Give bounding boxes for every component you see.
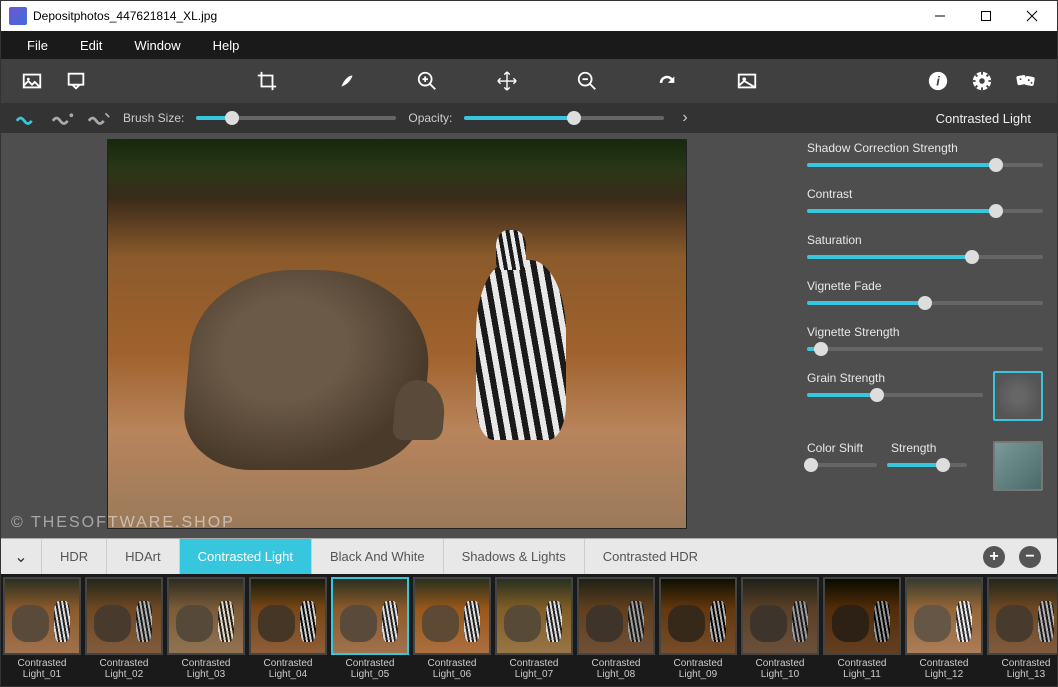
brushbar: Brush Size: Opacity: › Contrasted Light — [1, 103, 1057, 133]
vignette-fade-label: Vignette Fade — [807, 279, 1043, 293]
brush-preset-3-icon[interactable] — [87, 110, 111, 126]
tab-hdart[interactable]: HDArt — [106, 539, 178, 574]
shadow-correction-slider[interactable] — [807, 163, 1043, 167]
thumb-label: ContrastedLight_09 — [674, 658, 723, 680]
thumb-label: ContrastedLight_12 — [920, 658, 969, 680]
zoom-out-button[interactable] — [568, 62, 606, 100]
vignette-fade-slider[interactable] — [807, 301, 1043, 305]
preset-thumb-4[interactable]: ContrastedLight_04 — [247, 576, 329, 684]
watermark: © THESOFTWARE.SHOP — [11, 514, 235, 532]
tab-hdr[interactable]: HDR — [41, 539, 106, 574]
preset-thumb-11[interactable]: ContrastedLight_11 — [821, 576, 903, 684]
color-shift-swatch[interactable] — [993, 441, 1043, 491]
thumb-label: ContrastedLight_07 — [510, 658, 559, 680]
preset-thumb-12[interactable]: ContrastedLight_12 — [903, 576, 985, 684]
contrast-slider[interactable] — [807, 209, 1043, 213]
preset-tabs: ⌄ HDR HDArt Contrasted Light Black And W… — [1, 538, 1057, 574]
parameters-panel: Shadow Correction Strength Contrast Satu… — [793, 133, 1057, 538]
preset-thumb-1[interactable]: ContrastedLight_01 — [1, 576, 83, 684]
opacity-label: Opacity: — [408, 111, 452, 125]
crop-button[interactable] — [248, 62, 286, 100]
canvas-area: © THESOFTWARE.SHOP — [1, 133, 793, 538]
pan-button[interactable] — [488, 62, 526, 100]
contrast-label: Contrast — [807, 187, 1043, 201]
zoom-in-button[interactable] — [408, 62, 446, 100]
brush-size-label: Brush Size: — [123, 111, 184, 125]
smudge-button[interactable] — [328, 62, 366, 100]
color-shift-label: Color Shift — [807, 441, 863, 455]
compare-button[interactable] — [728, 62, 766, 100]
brush-preset-1-icon[interactable] — [15, 110, 39, 126]
redo-button[interactable] — [648, 62, 686, 100]
rhino-shape — [179, 270, 436, 470]
thumb-label: ContrastedLight_02 — [100, 658, 149, 680]
main-area: © THESOFTWARE.SHOP Shadow Correction Str… — [1, 133, 1057, 538]
collapse-presets-icon[interactable]: ⌄ — [1, 547, 41, 567]
vignette-strength-label: Vignette Strength — [807, 325, 1043, 339]
tab-shadows-lights[interactable]: Shadows & Lights — [443, 539, 584, 574]
brush-size-slider[interactable] — [196, 116, 396, 120]
shadow-correction-label: Shadow Correction Strength — [807, 141, 1043, 155]
settings-button[interactable] — [963, 62, 1001, 100]
thumb-label: ContrastedLight_01 — [18, 658, 67, 680]
info-button[interactable]: i — [919, 62, 957, 100]
app-icon — [9, 7, 27, 25]
titlebar: Depositphotos_447621814_XL.jpg — [1, 1, 1057, 31]
preset-thumb-7[interactable]: ContrastedLight_07 — [493, 576, 575, 684]
strength-slider[interactable] — [887, 463, 967, 467]
thumb-label: ContrastedLight_04 — [264, 658, 313, 680]
image-canvas[interactable] — [107, 139, 687, 529]
svg-text:i: i — [936, 74, 940, 89]
dice-button[interactable] — [1007, 62, 1045, 100]
add-preset-button[interactable]: + — [983, 546, 1005, 568]
thumb-label: ContrastedLight_03 — [182, 658, 231, 680]
save-button[interactable] — [57, 62, 95, 100]
grain-swatch[interactable] — [993, 371, 1043, 421]
maximize-button[interactable] — [963, 1, 1009, 31]
thumb-label: ContrastedLight_13 — [1002, 658, 1051, 680]
window-title: Depositphotos_447621814_XL.jpg — [33, 9, 917, 23]
menu-window[interactable]: Window — [118, 34, 196, 57]
preset-thumb-13[interactable]: ContrastedLight_13 — [985, 576, 1057, 684]
preset-thumb-6[interactable]: ContrastedLight_06 — [411, 576, 493, 684]
close-button[interactable] — [1009, 1, 1055, 31]
app-window: Depositphotos_447621814_XL.jpg File Edit… — [0, 0, 1058, 687]
preset-thumb-8[interactable]: ContrastedLight_08 — [575, 576, 657, 684]
brush-preset-2-icon[interactable] — [51, 110, 75, 126]
minimize-button[interactable] — [917, 1, 963, 31]
saturation-slider[interactable] — [807, 255, 1043, 259]
tab-contrasted-hdr[interactable]: Contrasted HDR — [584, 539, 716, 574]
thumb-label: ContrastedLight_06 — [428, 658, 477, 680]
saturation-label: Saturation — [807, 233, 1043, 247]
tab-contrasted-light[interactable]: Contrasted Light — [179, 539, 311, 574]
thumb-label: ContrastedLight_11 — [838, 658, 887, 680]
remove-preset-button[interactable]: − — [1019, 546, 1041, 568]
thumb-label: ContrastedLight_10 — [756, 658, 805, 680]
preset-thumbnails[interactable]: ContrastedLight_01 ContrastedLight_02 Cont… — [1, 574, 1057, 686]
preset-thumb-3[interactable]: ContrastedLight_03 — [165, 576, 247, 684]
menu-file[interactable]: File — [11, 34, 64, 57]
toolbar: i — [1, 59, 1057, 103]
menu-edit[interactable]: Edit — [64, 34, 118, 57]
grain-strength-slider[interactable] — [807, 393, 983, 397]
preset-thumb-9[interactable]: ContrastedLight_09 — [657, 576, 739, 684]
menubar: File Edit Window Help — [1, 31, 1057, 59]
vignette-strength-slider[interactable] — [807, 347, 1043, 351]
tab-black-and-white[interactable]: Black And White — [311, 539, 443, 574]
preset-thumb-2[interactable]: ContrastedLight_02 — [83, 576, 165, 684]
zebra-shape — [476, 260, 566, 440]
expand-panel-icon[interactable]: › — [676, 109, 693, 127]
color-shift-slider[interactable] — [807, 463, 877, 467]
preset-thumb-10[interactable]: ContrastedLight_10 — [739, 576, 821, 684]
menu-help[interactable]: Help — [197, 34, 256, 57]
grain-strength-label: Grain Strength — [807, 371, 983, 385]
preset-thumb-5[interactable]: ContrastedLight_05 — [329, 576, 411, 684]
strength-label: Strength — [891, 441, 936, 455]
opacity-slider[interactable] — [464, 116, 664, 120]
thumb-label: ContrastedLight_08 — [592, 658, 641, 680]
open-image-button[interactable] — [13, 62, 51, 100]
effect-title: Contrasted Light — [936, 111, 1043, 126]
thumb-label: ContrastedLight_05 — [346, 658, 395, 680]
